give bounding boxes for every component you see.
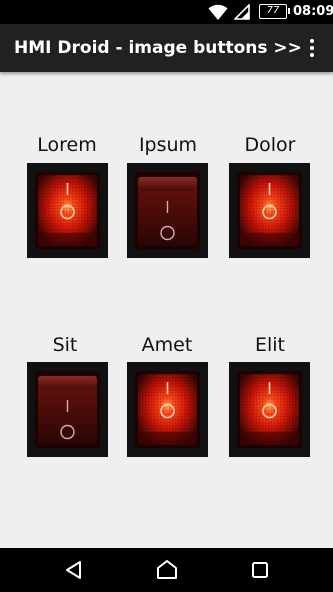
switch-label-dolor: Dolor	[244, 134, 296, 156]
rocker-switch-ipsum[interactable]	[127, 163, 208, 258]
switch-graphic	[127, 362, 208, 457]
navigation-bar	[0, 548, 333, 592]
rocker-switch-elit[interactable]	[229, 362, 310, 457]
switch-label-ipsum: Ipsum	[138, 134, 198, 156]
wifi-icon	[208, 4, 228, 20]
switch-label-lorem: Lorem	[37, 134, 97, 156]
page-title[interactable]: HMI Droid - image buttons >>	[14, 37, 302, 59]
switch-label-amet: Amet	[141, 334, 193, 356]
switch-graphic	[27, 163, 108, 258]
back-icon[interactable]	[62, 558, 86, 582]
rocker-switch-amet[interactable]	[127, 362, 208, 457]
rocker-switch-lorem[interactable]	[27, 163, 108, 258]
switch-graphic	[127, 163, 208, 258]
action-bar: HMI Droid - image buttons >>	[0, 24, 333, 72]
battery-percent: 77	[266, 5, 280, 16]
status-clock: 08:09	[293, 4, 333, 19]
switch-graphic	[229, 362, 310, 457]
switch-graphic	[229, 163, 310, 258]
switch-label-elit: Elit	[254, 334, 285, 356]
home-icon[interactable]	[155, 558, 179, 582]
app-screen: 77 08:09 HMI Droid - image buttons >> Lo…	[0, 0, 333, 592]
rocker-switch-sit[interactable]	[27, 362, 108, 457]
signal-icon	[234, 4, 250, 20]
status-bar: 77 08:09	[0, 0, 333, 24]
battery-icon: 77	[259, 4, 290, 19]
recents-icon[interactable]	[248, 558, 272, 582]
switch-graphic	[27, 362, 108, 457]
more-vert-icon[interactable]	[300, 36, 324, 60]
rocker-switch-dolor[interactable]	[229, 163, 310, 258]
switch-label-sit: Sit	[52, 334, 78, 356]
